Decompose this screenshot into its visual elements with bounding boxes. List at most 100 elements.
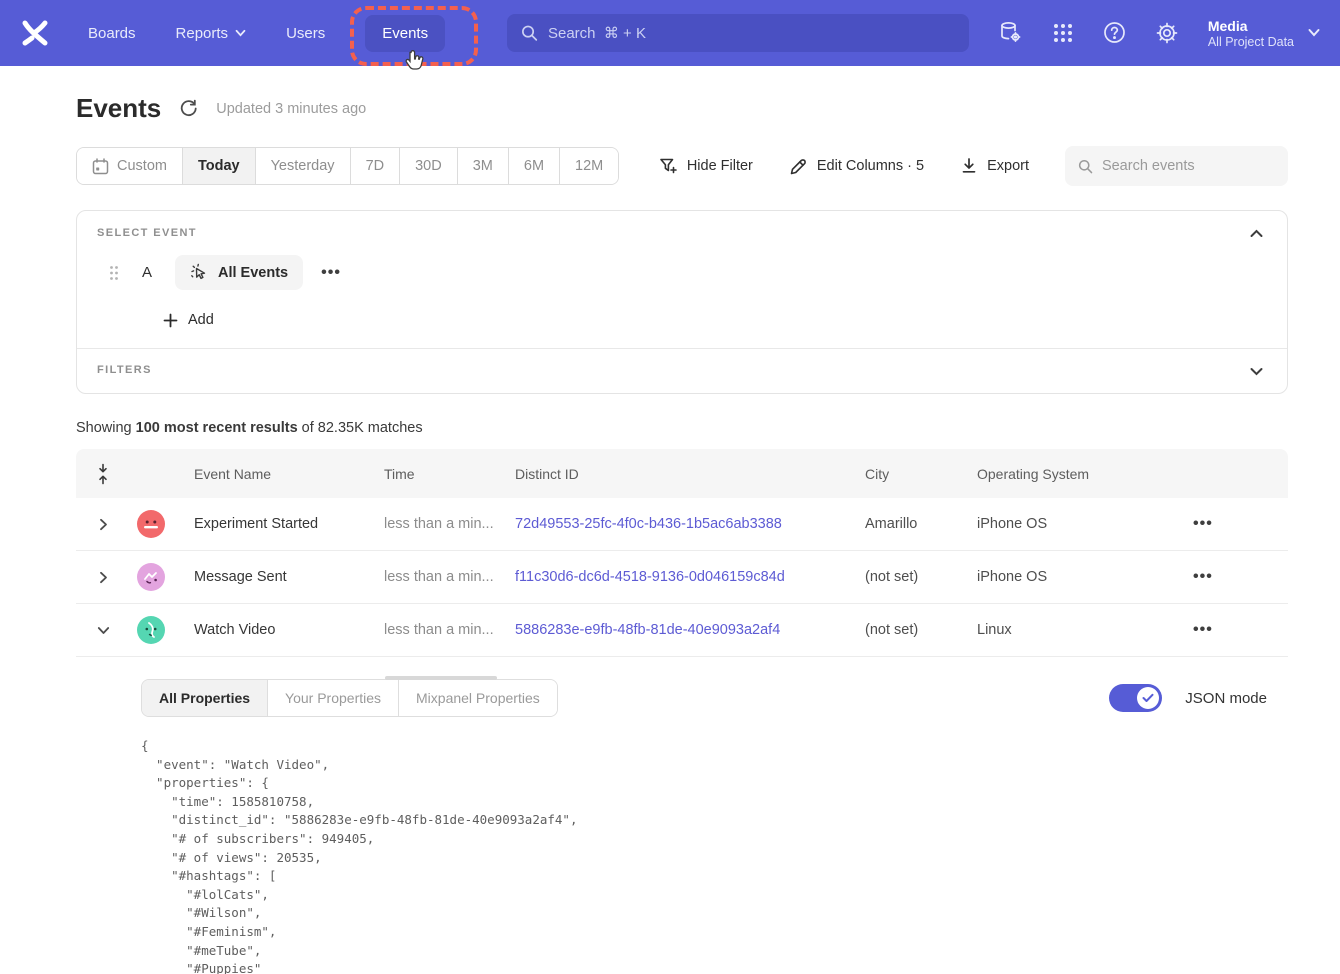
nav-item-boards[interactable]: Boards — [88, 25, 136, 42]
cell-city: (not set) — [865, 622, 977, 638]
json-mode-toggle[interactable] — [1109, 684, 1162, 712]
toggle-knob — [1137, 687, 1159, 709]
project-name: Media — [1208, 17, 1294, 36]
events-page: Events Updated 3 minutes ago Custom Toda… — [0, 93, 1340, 974]
data-management-icon[interactable] — [998, 20, 1023, 45]
calendar-icon — [92, 158, 109, 175]
last-updated-text: Updated 3 minutes ago — [216, 101, 366, 117]
cell-event-name: Message Sent — [194, 569, 384, 585]
date-range-7d[interactable]: 7D — [351, 148, 401, 184]
project-scope: All Project Data — [1208, 35, 1294, 49]
date-range-yesterday[interactable]: Yesterday — [256, 148, 351, 184]
date-range-today[interactable]: Today — [183, 148, 256, 184]
global-search-input[interactable] — [548, 25, 955, 42]
cell-distinct-id-link[interactable]: 5886283e-e9fb-48fb-81de-40e9093a2af4 — [515, 622, 865, 638]
date-range-6m[interactable]: 6M — [509, 148, 560, 184]
nav-item-reports-label: Reports — [176, 25, 229, 42]
column-header-time[interactable]: Time — [384, 466, 515, 482]
add-event-button[interactable]: Add — [163, 312, 1267, 328]
column-header-event-name[interactable]: Event Name — [194, 466, 384, 482]
cell-city: (not set) — [865, 569, 977, 585]
edit-columns-label: Edit Columns · 5 — [817, 158, 924, 174]
mixpanel-logo[interactable] — [18, 16, 52, 50]
global-search[interactable] — [507, 14, 969, 52]
expand-row-icon[interactable] — [76, 571, 130, 584]
row-more-button[interactable]: ••• — [1185, 564, 1221, 589]
apps-grid-icon[interactable] — [1052, 22, 1074, 44]
add-event-label: Add — [188, 312, 214, 328]
cell-event-name: Watch Video — [194, 622, 384, 638]
collapse-all-rows-icon[interactable] — [76, 463, 130, 485]
hide-filter-label: Hide Filter — [687, 158, 753, 174]
date-range-3m[interactable]: 3M — [458, 148, 509, 184]
nav-item-users[interactable]: Users — [286, 25, 325, 42]
horizontal-scrollbar-thumb[interactable] — [385, 676, 497, 680]
event-query-row: A All Events ••• — [97, 255, 1267, 290]
hide-filter-button[interactable]: Hide Filter — [659, 157, 753, 176]
json-mode-label: JSON mode — [1185, 690, 1267, 707]
column-header-operating-system[interactable]: Operating System — [977, 466, 1159, 482]
event-row-more-button[interactable]: ••• — [313, 260, 349, 286]
tab-mixpanel-properties[interactable]: Mixpanel Properties — [399, 680, 557, 716]
top-navbar: Boards Reports Users Events — [0, 0, 1340, 66]
results-summary-suffix: of 82.35K matches — [298, 420, 423, 436]
results-toolbar: Hide Filter Edit Columns · 5 Export — [659, 146, 1288, 186]
json-mode-control: JSON mode — [1109, 684, 1267, 712]
collapse-row-icon[interactable] — [76, 626, 130, 635]
table-row[interactable]: Message Sent less than a min... f11c30d6… — [76, 551, 1288, 604]
tab-all-properties[interactable]: All Properties — [142, 680, 268, 716]
date-range-control: Custom Today Yesterday 7D 30D 3M 6M 12M — [76, 147, 619, 185]
chevron-up-icon — [1250, 229, 1263, 238]
event-selector-chip[interactable]: All Events — [175, 255, 303, 290]
tab-your-properties[interactable]: Your Properties — [268, 680, 399, 716]
refresh-icon[interactable] — [179, 99, 198, 118]
edit-columns-button[interactable]: Edit Columns · 5 — [789, 157, 924, 176]
controls-row: Custom Today Yesterday 7D 30D 3M 6M 12M … — [76, 146, 1288, 186]
filters-section: FILTERS — [77, 349, 1287, 393]
chevron-down-icon — [235, 29, 246, 37]
nav-events-wrap: Events — [365, 15, 445, 52]
cursor-hand-icon — [402, 48, 426, 74]
row-more-button[interactable]: ••• — [1185, 617, 1221, 642]
date-range-custom[interactable]: Custom — [77, 148, 183, 184]
cell-distinct-id-link[interactable]: f11c30d6-dc6d-4518-9136-0d046159c84d — [515, 569, 865, 585]
date-range-12m[interactable]: 12M — [560, 148, 618, 184]
row-more-button[interactable]: ••• — [1185, 511, 1221, 536]
events-search[interactable] — [1065, 146, 1288, 186]
help-icon[interactable] — [1103, 21, 1126, 44]
table-row-expanded[interactable]: Watch Video less than a min... 5886283e-… — [76, 604, 1288, 657]
cell-distinct-id-link[interactable]: 72d49553-25fc-4f0c-b436-1b5ac6ab3388 — [515, 516, 865, 532]
detail-panel-controls: All Properties Your Properties Mixpanel … — [141, 679, 1267, 717]
event-avatar-icon — [137, 563, 165, 591]
settings-gear-icon[interactable] — [1155, 21, 1179, 45]
table-header-row: Event Name Time Distinct ID City Operati… — [76, 449, 1288, 498]
cell-operating-system: iPhone OS — [977, 569, 1159, 585]
project-switcher[interactable]: Media All Project Data — [1208, 17, 1320, 50]
nav-item-reports[interactable]: Reports — [176, 25, 247, 42]
results-summary-count: 100 most recent results — [136, 420, 298, 436]
expand-row-icon[interactable] — [76, 518, 130, 531]
pencil-icon — [789, 157, 808, 176]
event-json-view: { "event": "Watch Video", "properties": … — [141, 737, 1267, 974]
events-table: Event Name Time Distinct ID City Operati… — [76, 449, 1288, 974]
cell-time: less than a min... — [384, 516, 515, 532]
mixpanel-logo-icon — [20, 19, 50, 47]
properties-tabs: All Properties Your Properties Mixpanel … — [141, 679, 558, 717]
query-builder-card: SELECT EVENT A — [76, 210, 1288, 394]
date-range-30d[interactable]: 30D — [400, 148, 458, 184]
cell-time: less than a min... — [384, 622, 515, 638]
table-row[interactable]: Experiment Started less than a min... 72… — [76, 498, 1288, 551]
nav-item-events[interactable]: Events — [365, 15, 445, 52]
expand-filters-button[interactable] — [1246, 363, 1267, 380]
event-avatar-icon — [137, 616, 165, 644]
column-header-city[interactable]: City — [865, 466, 977, 482]
cursor-sparkle-icon — [190, 263, 209, 282]
page-title: Events — [76, 93, 161, 124]
column-header-distinct-id[interactable]: Distinct ID — [515, 466, 865, 482]
event-avatar-icon — [137, 510, 165, 538]
collapse-section-button[interactable] — [1246, 225, 1267, 242]
drag-handle-icon[interactable] — [109, 265, 119, 281]
events-search-input[interactable] — [1102, 158, 1275, 174]
export-button[interactable]: Export — [960, 157, 1029, 175]
chevron-down-icon — [1308, 28, 1320, 37]
